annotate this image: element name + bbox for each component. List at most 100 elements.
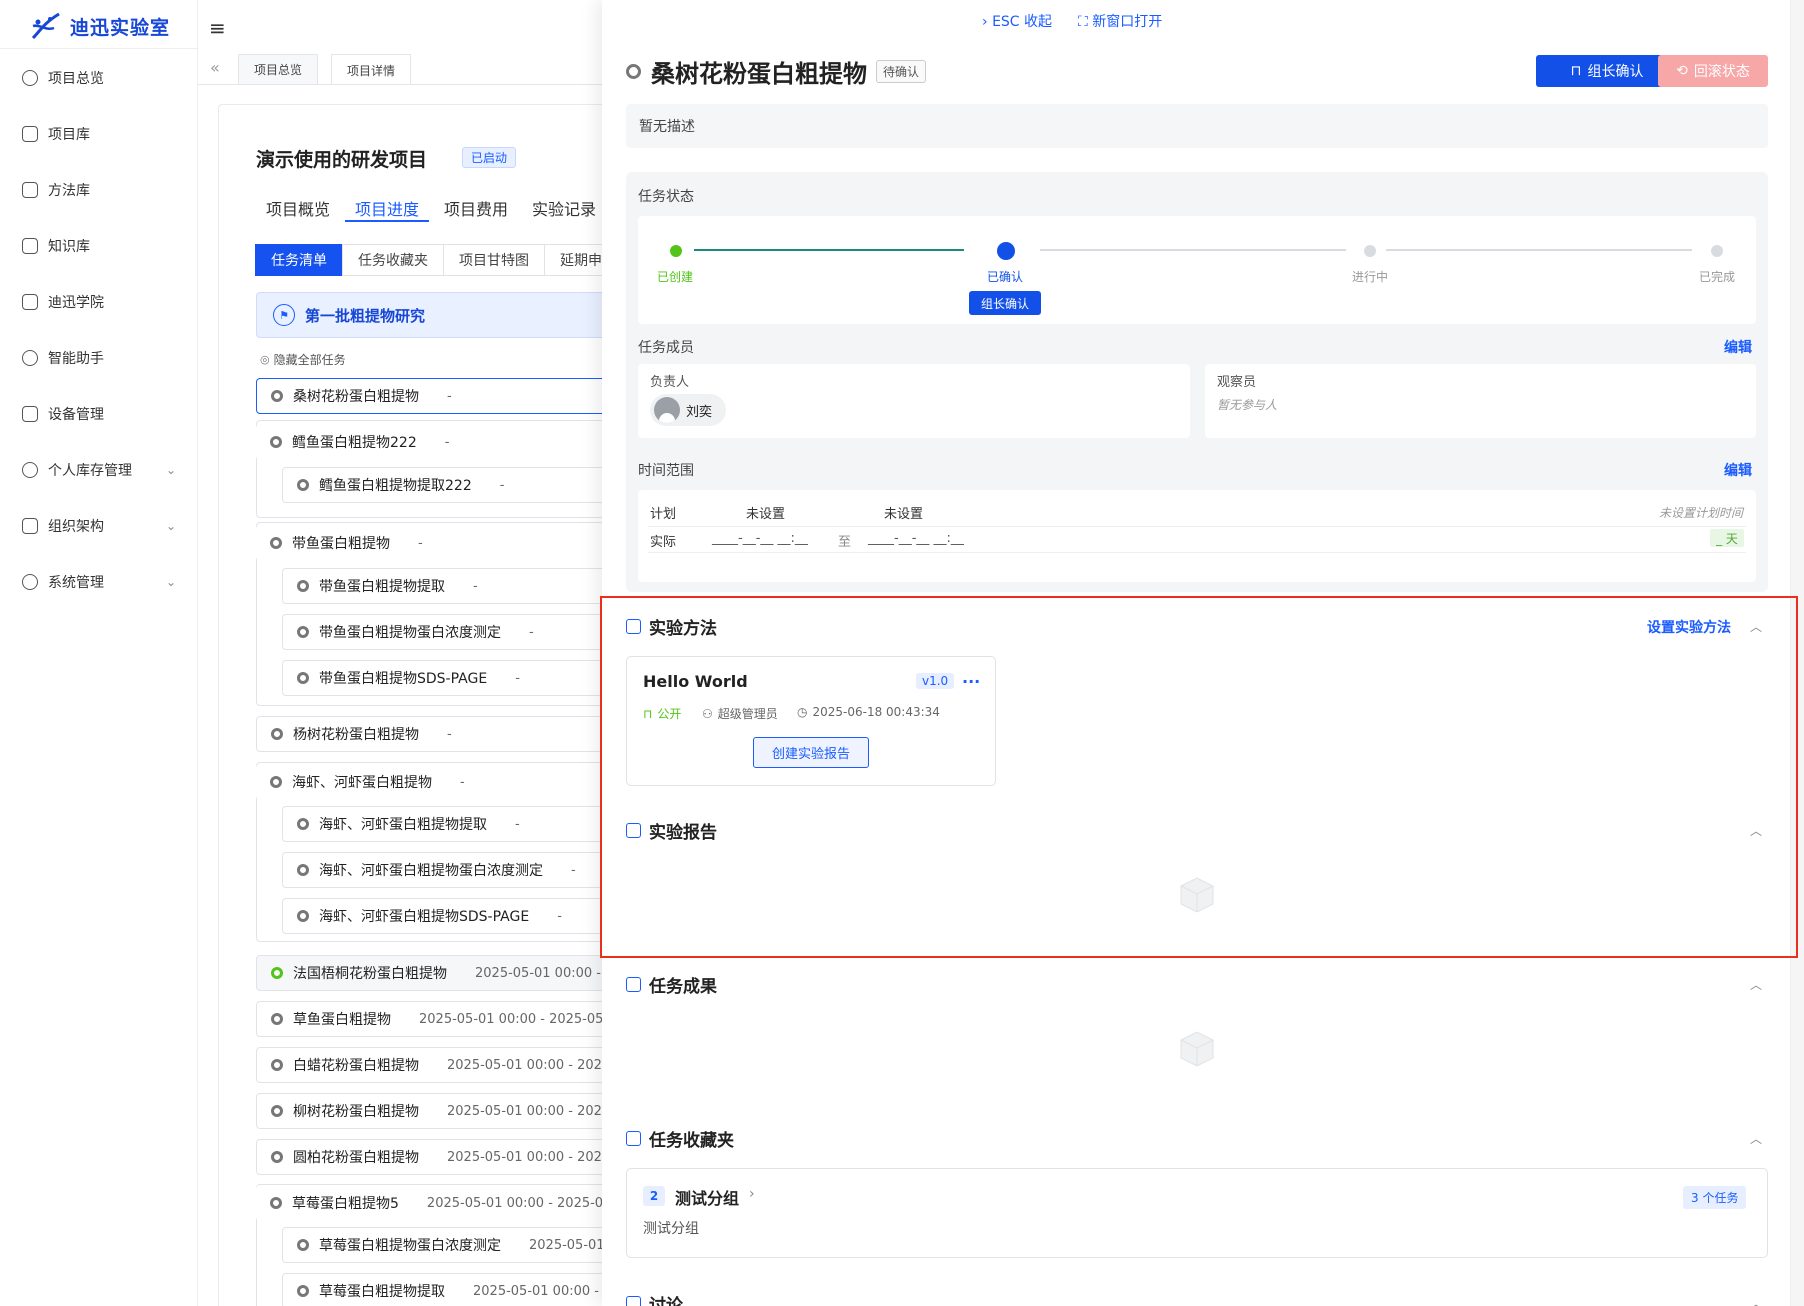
hide-all-tasks[interactable]: ◎ 隐藏全部任务 — [260, 351, 346, 368]
task-date: 2025-05-01 00:00 - 2025- — [447, 1149, 615, 1165]
subtab-gantt[interactable]: 项目甘特图 — [443, 244, 545, 276]
task-row[interactable]: 草莓蛋白粗提物蛋白浓度测定 2025-05-01 — [282, 1227, 616, 1263]
step-connector — [1386, 249, 1692, 251]
rollback-status-button[interactable]: ⟲ 回滚状态 — [1658, 55, 1768, 87]
tab-project-detail[interactable]: 项目详情 — [331, 54, 412, 85]
chevron-up-icon[interactable]: ︿ — [1750, 1130, 1762, 1147]
duration-badge: _ 天 — [1710, 529, 1744, 547]
favorites-section-title: 任务收藏夹 — [626, 1126, 734, 1151]
edit-time-link[interactable]: 编辑 — [1724, 460, 1752, 480]
subtab-task-list[interactable]: 任务清单 — [255, 244, 343, 276]
task-name: 海虾、河虾蛋白粗提物 — [292, 775, 432, 791]
task-row[interactable]: 圆柏花粉蛋白粗提物 2025-05-01 00:00 - 2025- — [256, 1139, 616, 1175]
owner-label: 负责人 — [650, 375, 690, 390]
more-icon[interactable]: ··· — [962, 672, 980, 691]
button-label: 回滚状态 — [1693, 64, 1750, 80]
chevron-up-icon[interactable]: ︿ — [1750, 976, 1762, 993]
tab-progress[interactable]: 项目进度 — [355, 196, 419, 220]
tab-overview[interactable]: 项目概览 — [266, 196, 330, 220]
step-leader-confirm-button[interactable]: 组长确认 — [969, 291, 1041, 315]
favorite-group-card[interactable] — [626, 1168, 1768, 1258]
author-label: 超级管理员 — [717, 707, 778, 721]
leader-confirm-button[interactable]: ⊓ 组长确认 — [1536, 55, 1678, 87]
task-date: 2025-05-01 00:00 - 2025- — [447, 1103, 615, 1119]
clock-icon: ◷ — [797, 705, 808, 719]
sidebar-item-project-library[interactable]: 项目库 — [0, 114, 198, 154]
subtab-task-favorites[interactable]: 任务收藏夹 — [342, 244, 444, 276]
sidebar-item-academy[interactable]: 迪迅学院 — [0, 282, 198, 322]
task-row[interactable]: 杨树花粉蛋白粗提物 - — [256, 716, 616, 752]
result-section-title: 任务成果 — [626, 972, 717, 997]
task-row[interactable]: 白蜡花粉蛋白粗提物 2025-05-01 00:00 - 2025- — [256, 1047, 616, 1083]
plan-end: 未设置 — [884, 507, 924, 522]
group-description: 测试分组 — [643, 1221, 699, 1237]
task-row[interactable]: 草莓蛋白粗提物提取 2025-05-01 00:00 - 2 — [282, 1273, 616, 1306]
task-title: 桑树花粉蛋白粗提物 — [651, 60, 867, 88]
sidebar-item-inventory[interactable]: 个人库存管理 ⌄ — [0, 450, 198, 490]
menu-toggle-icon[interactable]: ≡ — [209, 16, 226, 40]
tab-records[interactable]: 实验记录 — [532, 196, 596, 220]
open-new-window-link[interactable]: ⛶ 新窗口打开 — [1078, 11, 1162, 31]
eye-off-icon: ◎ — [260, 353, 270, 366]
task-row[interactable]: 海虾、河虾蛋白粗提物SDS-PAGE - — [282, 898, 616, 934]
task-name: 桑树花粉蛋白粗提物 — [293, 389, 419, 405]
logo[interactable]: 迪迅实验室 — [30, 8, 170, 44]
owner-chip[interactable]: 刘奕 — [650, 394, 726, 426]
task-row[interactable]: 桑树花粉蛋白粗提物 - — [256, 378, 616, 414]
divider — [0, 48, 198, 49]
task-row[interactable]: 带鱼蛋白粗提物SDS-PAGE - — [282, 660, 616, 696]
task-row[interactable]: 海虾、河虾蛋白粗提物 - — [256, 764, 616, 800]
visibility-label: 公开 — [657, 707, 682, 721]
set-method-link[interactable]: 设置实验方法 — [1647, 617, 1731, 637]
double-chevron-left-icon[interactable]: « — [210, 58, 220, 77]
task-row[interactable]: 带鱼蛋白粗提物蛋白浓度测定 - — [282, 614, 616, 650]
chevron-up-icon[interactable]: ︿ — [1750, 618, 1762, 635]
chevron-right-icon[interactable]: › — [749, 1186, 755, 1202]
divider — [198, 84, 608, 85]
lock-icon: ⊓ — [1570, 63, 1582, 79]
folder-icon — [22, 126, 38, 142]
no-observer-text: 暂无参与人 — [1217, 398, 1278, 412]
task-row[interactable]: 草莓蛋白粗提物5 2025-05-01 00:00 - 2025-05- — [256, 1185, 616, 1221]
sidebar-item-label: 智能助手 — [48, 351, 104, 367]
chevron-up-icon[interactable]: ︿ — [1750, 1295, 1762, 1306]
sidebar-item-label: 项目总览 — [48, 71, 104, 87]
tab-project-overview[interactable]: 项目总览 — [238, 54, 319, 84]
esc-collapse-link[interactable]: › ESC 收起 — [982, 11, 1052, 31]
task-row[interactable]: 海虾、河虾蛋白粗提物蛋白浓度测定 - — [282, 852, 616, 888]
task-row[interactable]: 鳕鱼蛋白粗提物222 - — [256, 424, 616, 460]
section-label: 讨论 — [649, 1296, 683, 1306]
task-row[interactable]: 带鱼蛋白粗提物提取 - — [282, 568, 616, 604]
task-row[interactable]: 草鱼蛋白粗提物 2025-05-01 00:00 - 2025-05-2 — [256, 1001, 616, 1037]
sidebar-item-system[interactable]: 系统管理 ⌄ — [0, 562, 198, 602]
task-name: 草莓蛋白粗提物5 — [292, 1196, 399, 1212]
chevron-down-icon: ⌄ — [165, 519, 176, 533]
sidebar-item-assistant[interactable]: 智能助手 — [0, 338, 198, 378]
task-row[interactable]: 鳕鱼蛋白粗提物提取222 - — [282, 467, 616, 503]
batch-header[interactable]: ⚑ 第一批粗提物研究 — [256, 292, 616, 338]
status-dot — [297, 479, 309, 491]
task-row[interactable]: 带鱼蛋白粗提物 - — [256, 525, 616, 561]
actual-to: 至 — [838, 535, 852, 550]
task-date: 2025-05-01 00:00 - 2 — [475, 965, 614, 981]
task-row[interactable]: 法国梧桐花粉蛋白粗提物 2025-05-01 00:00 - 2 — [256, 955, 616, 991]
task-row[interactable]: 柳树花粉蛋白粗提物 2025-05-01 00:00 - 2025- — [256, 1093, 616, 1129]
sidebar: 迪迅实验室 项目总览 项目库 方法库 知识库 迪迅学院 智能助手 设备管理 个人… — [0, 0, 198, 1306]
task-row[interactable]: 海虾、河虾蛋白粗提物提取 - — [282, 806, 616, 842]
tab-label: 项目总览 — [254, 63, 303, 77]
sidebar-item-project-overview[interactable]: 项目总览 — [0, 58, 198, 98]
status-dot — [271, 1105, 283, 1117]
edit-members-link[interactable]: 编辑 — [1724, 337, 1752, 357]
sidebar-item-knowledge-base[interactable]: 知识库 — [0, 226, 198, 266]
esc-label: ESC 收起 — [992, 14, 1053, 30]
sidebar-item-device-management[interactable]: 设备管理 — [0, 394, 198, 434]
task-date: 2025-05-01 00:00 - 2025-05- — [426, 1195, 616, 1211]
sidebar-item-method-library[interactable]: 方法库 — [0, 170, 198, 210]
plan-start: 未设置 — [746, 507, 786, 522]
create-report-button[interactable]: 创建实验报告 — [753, 737, 869, 768]
discussion-section-title: 讨论 — [626, 1291, 683, 1306]
sidebar-item-organization[interactable]: 组织架构 ⌄ — [0, 506, 198, 546]
step-label: 进行中 — [1352, 270, 1389, 284]
chevron-up-icon[interactable]: ︿ — [1750, 822, 1762, 839]
tab-cost[interactable]: 项目费用 — [444, 196, 508, 220]
